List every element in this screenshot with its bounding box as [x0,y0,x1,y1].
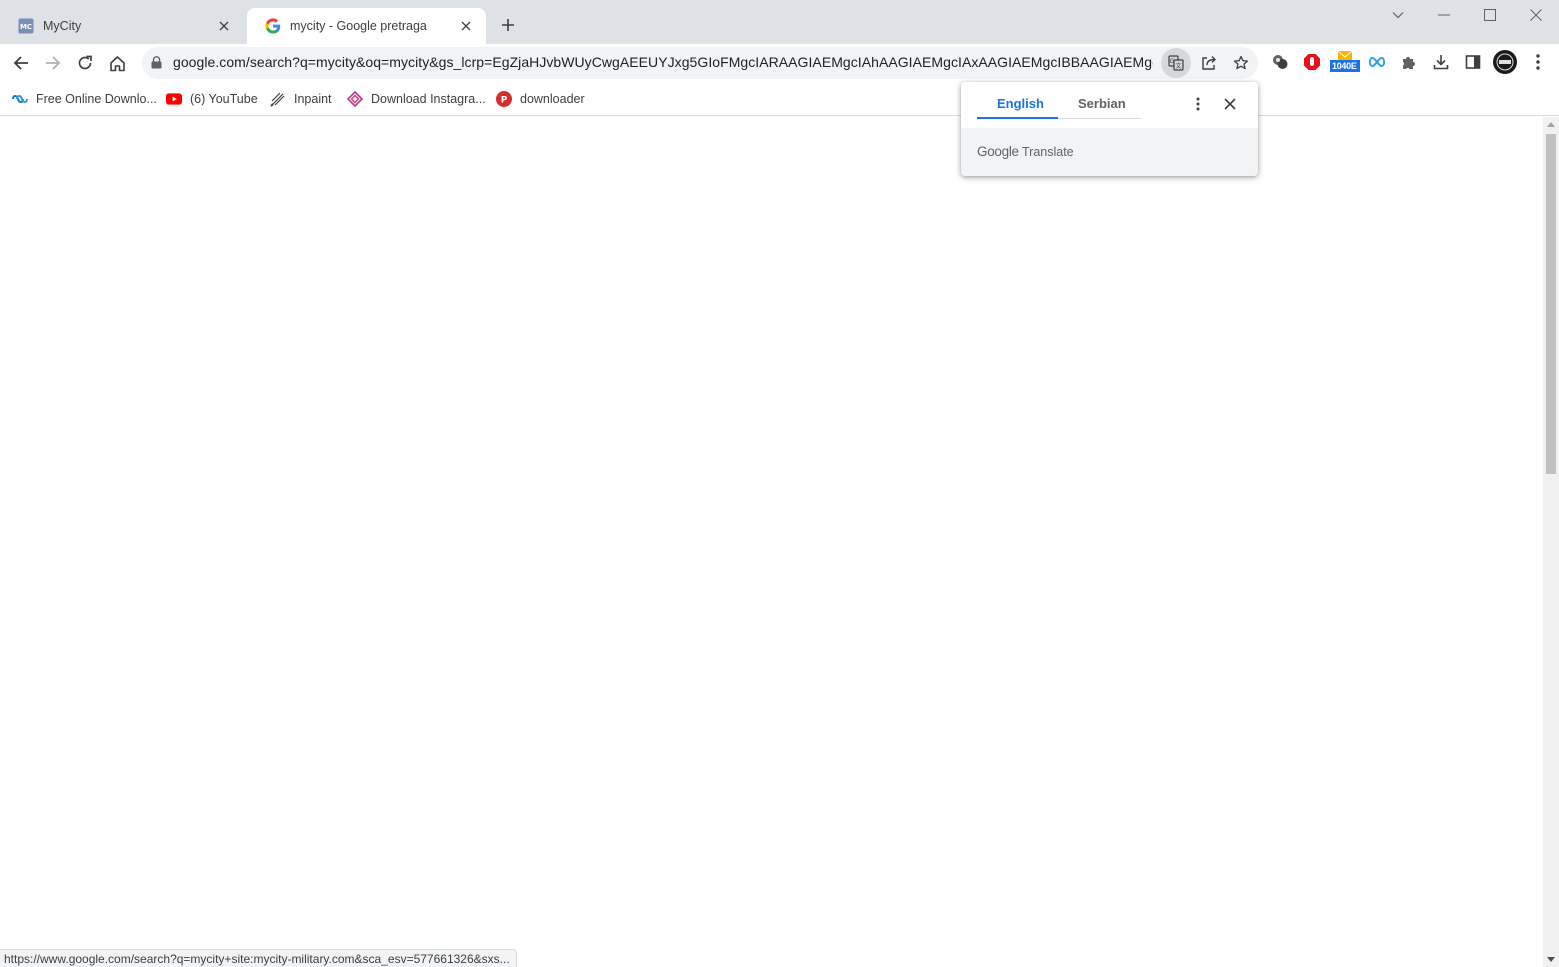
tab-close-icon[interactable] [458,18,474,34]
bookmark-label: Inpaint [294,92,332,106]
translate-popup: English Serbian Google Translate [961,82,1258,176]
mycity-favicon-icon: MC [18,18,34,34]
youtube-icon [166,91,182,107]
bookmarks-bar: Free Online Downlo... (6) YouTube Inpain… [0,82,1559,116]
bookmark-star-icon[interactable] [1229,51,1253,75]
lock-icon[interactable] [151,56,162,72]
google-translate-brand: Google Translate [977,144,1074,159]
bookmark-downloader[interactable]: P downloader [496,90,585,108]
translate-wordmark: Translate [1021,145,1074,159]
tab-divider [1058,118,1141,119]
extensions-puzzle-icon[interactable] [1397,50,1421,74]
address-bar[interactable]: google.com/search?q=mycity&oq=mycity&gs_… [142,47,1258,79]
tab-close-icon[interactable] [216,18,232,34]
more-options-icon[interactable] [1189,94,1207,114]
bookmark-label: (6) YouTube [190,92,258,106]
tab-strip: MC MyCity mycity - Google pretraga [0,0,1559,44]
tab-target-language[interactable]: Serbian [1078,96,1126,111]
bookmark-youtube[interactable]: (6) YouTube [166,90,258,108]
bookmark-label: Download Instagra... [371,92,486,106]
tab-title: MyCity [43,19,82,33]
tab-search-chevron-icon[interactable] [1378,4,1418,26]
scrollbar-thumb[interactable] [1546,134,1556,474]
bookmark-label: downloader [520,92,585,106]
bookmark-inpaint[interactable]: Inpaint [270,90,332,108]
back-arrow-icon[interactable] [8,50,34,76]
home-icon[interactable] [104,50,130,76]
browser-toolbar: google.com/search?q=mycity&oq=mycity&gs_… [0,44,1559,82]
tab-mycity[interactable]: MC MyCity [0,8,244,44]
extension-circles-icon[interactable] [1268,50,1292,74]
share-icon[interactable] [1197,51,1221,75]
profile-avatar[interactable] [1492,50,1518,74]
chrome-menu-icon[interactable] [1526,50,1550,74]
forward-arrow-icon[interactable] [40,50,66,76]
bookmark-download-instagram[interactable]: Download Instagra... [347,90,486,108]
side-panel-icon[interactable] [1461,50,1485,74]
new-tab-plus-icon[interactable] [496,13,520,37]
window-close-icon[interactable] [1516,4,1556,26]
google-g-icon [265,18,281,34]
translate-popup-header: English Serbian [961,82,1258,128]
tab-source-language[interactable]: English [997,96,1044,111]
inpaint-icon [270,91,286,107]
google-wordmark: Google [977,144,1019,159]
maximize-icon[interactable] [1470,4,1510,26]
mail-counter-icon[interactable]: 1040E [1330,50,1360,74]
page-content [0,117,1543,967]
svg-text:文: 文 [1175,62,1181,70]
infinity-extension-icon[interactable] [1365,50,1389,74]
link-icon [12,91,28,107]
status-bar-url: https://www.google.com/search?q=mycity+s… [0,949,517,967]
mail-counter-badge: 1040E [1332,61,1357,71]
minimize-icon[interactable] [1424,4,1464,26]
active-tab-indicator [977,117,1058,119]
scroll-down-arrow-icon[interactable] [1547,957,1555,962]
tab-title: mycity - Google pretraga [290,19,427,33]
svg-text:P: P [501,96,508,106]
bookmark-label: Free Online Downlo... [36,92,157,106]
svg-text:G: G [1170,58,1175,65]
translate-icon[interactable]: 文G [1161,48,1191,78]
download-icon[interactable] [1429,50,1453,74]
scroll-up-arrow-icon[interactable] [1547,122,1555,127]
adblock-icon[interactable] [1300,50,1324,74]
svg-text:MC: MC [20,23,32,31]
vertical-scrollbar[interactable] [1543,117,1559,967]
downloader-icon: P [496,91,512,107]
close-icon[interactable] [1219,93,1241,115]
url-text[interactable]: google.com/search?q=mycity&oq=mycity&gs_… [173,54,1153,70]
tab-google-search[interactable]: mycity - Google pretraga [247,8,486,44]
reload-icon[interactable] [72,50,98,76]
bookmark-free-online-download[interactable]: Free Online Downlo... [12,90,157,108]
instagram-download-icon [347,91,363,107]
